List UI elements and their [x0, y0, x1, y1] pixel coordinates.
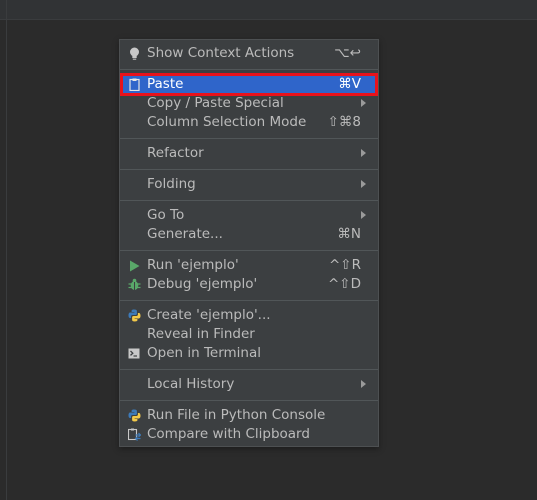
menu-item-local-history[interactable]: Local History [120, 375, 378, 394]
shortcut-text: ^⇧D [327, 276, 361, 292]
menu-item-debug-ejemplo[interactable]: Debug 'ejemplo' ^⇧D [120, 275, 378, 294]
menu-item-label: Generate... [147, 226, 223, 242]
menu-item-label: Run File in Python Console [147, 407, 326, 423]
shortcut-text: ⌥↩ [334, 45, 361, 61]
shortcut-text: ⌘N [337, 226, 361, 242]
menu-item-label: Create 'ejemplo'... [147, 307, 271, 323]
menu-separator [120, 369, 378, 370]
menu-item-label: Folding [147, 176, 196, 192]
lightbulb-icon [127, 46, 141, 61]
debug-icon [127, 277, 141, 292]
menu-separator [120, 69, 378, 70]
editor-context-menu: Show Context Actions ⌥↩ Paste ⌘V Copy / … [119, 39, 379, 447]
shortcut-text: ^⇧R [328, 257, 361, 273]
menu-item-create-ejemplo[interactable]: Create 'ejemplo'... [120, 306, 378, 325]
menu-item-column-selection-mode[interactable]: Column Selection Mode ⇧⌘8 [120, 113, 378, 132]
submenu-arrow-icon [361, 99, 366, 107]
shortcut-text: ⇧⌘8 [327, 114, 361, 130]
menu-item-label: Local History [147, 376, 235, 392]
menu-item-label: Reveal in Finder [147, 326, 255, 342]
shortcut-text: ⌘V [338, 76, 361, 92]
menu-item-label: Column Selection Mode [147, 114, 307, 130]
run-icon [127, 258, 141, 273]
menu-item-show-context-actions[interactable]: Show Context Actions ⌥↩ [120, 44, 378, 63]
editor-tab-strip [0, 0, 537, 20]
menu-item-paste[interactable]: Paste ⌘V [120, 75, 378, 94]
menu-item-copy-paste-special[interactable]: Copy / Paste Special [120, 94, 378, 113]
menu-item-open-in-terminal[interactable]: Open in Terminal [120, 344, 378, 363]
menu-item-label: Open in Terminal [147, 345, 261, 361]
menu-item-reveal-in-finder[interactable]: Reveal in Finder [120, 325, 378, 344]
python-icon [127, 408, 141, 423]
compare-icon [127, 427, 141, 442]
submenu-arrow-icon [361, 180, 366, 188]
menu-item-run-file-in-python-console[interactable]: Run File in Python Console [120, 406, 378, 425]
submenu-arrow-icon [361, 380, 366, 388]
menu-item-go-to[interactable]: Go To [120, 206, 378, 225]
terminal-icon [127, 346, 141, 361]
menu-separator [120, 138, 378, 139]
menu-separator [120, 300, 378, 301]
menu-item-label: Debug 'ejemplo' [147, 276, 258, 292]
submenu-arrow-icon [361, 149, 366, 157]
menu-item-label: Go To [147, 207, 185, 223]
menu-separator [120, 250, 378, 251]
python-icon [127, 308, 141, 323]
clipboard-icon [127, 77, 141, 92]
menu-separator [120, 169, 378, 170]
menu-item-label: Paste [147, 76, 184, 92]
menu-item-generate[interactable]: Generate... ⌘N [120, 225, 378, 244]
menu-item-label: Compare with Clipboard [147, 426, 310, 442]
menu-separator [120, 400, 378, 401]
submenu-arrow-icon [361, 211, 366, 219]
menu-separator [120, 200, 378, 201]
menu-item-label: Run 'ejemplo' [147, 257, 239, 273]
menu-item-label: Show Context Actions [147, 45, 295, 61]
menu-item-label: Refactor [147, 145, 204, 161]
menu-item-folding[interactable]: Folding [120, 175, 378, 194]
menu-item-label: Copy / Paste Special [147, 95, 284, 111]
menu-item-refactor[interactable]: Refactor [120, 144, 378, 163]
menu-item-run-ejemplo[interactable]: Run 'ejemplo' ^⇧R [120, 256, 378, 275]
editor-gutter-line [6, 0, 7, 500]
menu-item-compare-with-clipboard[interactable]: Compare with Clipboard [120, 425, 378, 444]
tab-strip-divider [0, 19, 537, 20]
